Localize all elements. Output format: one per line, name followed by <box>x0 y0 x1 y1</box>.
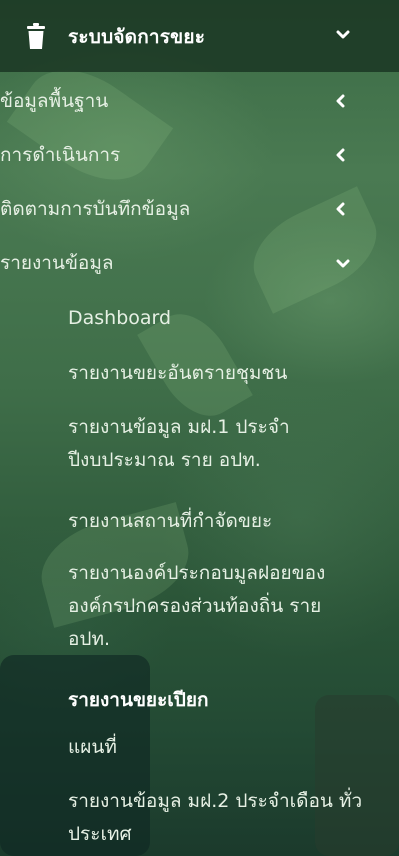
submenu-item-map[interactable]: แผนที่ <box>68 731 368 764</box>
chevron-left-icon <box>336 202 345 216</box>
chevron-down-icon[interactable] <box>336 30 350 40</box>
chevron-down-icon <box>336 259 350 268</box>
header-title: ระบบจัดการขยะ <box>68 26 206 48</box>
chevron-left-icon <box>336 148 345 162</box>
submenu-item-mf2-report[interactable]: รายงานข้อมูล มฝ.2 ประจำเดือน ทั่วประเทศ <box>68 785 368 851</box>
submenu-item-waste-composition-report[interactable]: รายงานองค์ประกอบมูลฝอยขององค์กรปกครองส่ว… <box>68 557 368 656</box>
menu-item-operations[interactable]: การดำเนินการ <box>0 142 399 172</box>
menu-item-tracking[interactable]: ติดตามการบันทึกข้อมูล <box>0 196 399 226</box>
sidebar-header[interactable]: ระบบจัดการขยะ <box>0 0 399 72</box>
sidebar: ระบบจัดการขยะ ข้อมูลพื้นฐาน การดำเนินการ… <box>0 0 399 856</box>
menu-item-label: ติดตามการบันทึกข้อมูล <box>0 198 191 220</box>
trash-icon <box>27 23 45 49</box>
submenu-item-wet-waste-report[interactable]: รายงานขยะเปียก <box>68 684 368 717</box>
menu-item-label: ข้อมูลพื้นฐาน <box>0 90 109 112</box>
submenu-item-disposal-sites-report[interactable]: รายงานสถานที่กำจัดขยะ <box>68 505 368 538</box>
submenu-item-dashboard[interactable]: Dashboard <box>68 302 368 335</box>
chevron-left-icon <box>336 94 345 108</box>
menu-item-label: การดำเนินการ <box>0 144 121 166</box>
menu-item-label: รายงานข้อมูล <box>0 252 114 274</box>
submenu-item-mf1-report[interactable]: รายงานข้อมูล มฝ.1 ประจำปีงบประมาณ ราย อป… <box>68 411 368 477</box>
submenu-item-hazardous-waste-report[interactable]: รายงานขยะอันตรายชุมชน <box>68 357 368 390</box>
menu-item-reports[interactable]: รายงานข้อมูล <box>0 250 399 280</box>
menu-item-basic-data[interactable]: ข้อมูลพื้นฐาน <box>0 88 399 118</box>
